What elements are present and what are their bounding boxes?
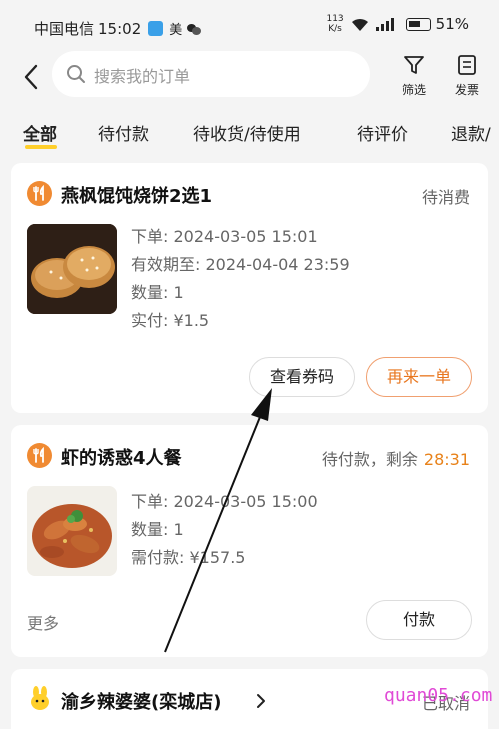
- net-speed: 113 K/s: [326, 14, 344, 34]
- chevron-right-icon[interactable]: [255, 692, 267, 710]
- quantity: 数量: 1: [131, 283, 184, 302]
- filter-label: 筛选: [401, 83, 426, 97]
- order-time: 下单: 2024-03-05 15:01: [131, 227, 318, 246]
- header: 搜索我的订单 筛选 发票: [0, 50, 499, 105]
- filter-icon: [404, 56, 424, 74]
- battery-icon: [405, 17, 431, 31]
- order-details: 下单: 2024-03-05 15:00 数量: 1 需付款: ¥157.5: [131, 488, 318, 572]
- payment-countdown: 28:31: [423, 450, 470, 469]
- order-status-text: 待付款，剩余: [321, 450, 418, 469]
- view-voucher-button[interactable]: 查看券码: [249, 357, 355, 397]
- clock: 15:02: [98, 19, 142, 38]
- order-card[interactable]: 燕枫馄饨烧饼2选1 待消费 下单: 2024-03-05 15:01 有效期至:…: [11, 163, 488, 413]
- amount-due: 需付款: ¥157.5: [131, 548, 246, 567]
- tab-pending-payment[interactable]: 待付款: [98, 120, 149, 145]
- order-time: 下单: 2024-03-05 15:00: [131, 492, 318, 511]
- tab-refund[interactable]: 退款/: [451, 120, 491, 145]
- order-status: 待付款，剩余 28:31: [322, 446, 470, 470]
- valid-until: 有效期至: 2024-04-04 23:59: [131, 255, 350, 274]
- tab-pending-review[interactable]: 待评价: [357, 120, 408, 145]
- tab-active-indicator: [25, 145, 57, 149]
- invoice-icon: [458, 55, 476, 75]
- carrier-label: 中国电信: [34, 20, 95, 38]
- order-tabs: 全部 待付款 待收货/待使用 待评价 退款/: [0, 112, 499, 154]
- wifi-icon: [351, 18, 368, 31]
- order-status: 待消费: [421, 188, 470, 207]
- status-bar-left: 中国电信 15:02 美: [34, 18, 202, 39]
- reorder-button[interactable]: 再来一单: [366, 357, 472, 397]
- invoice-label: 发票: [454, 83, 479, 97]
- kangaroo-logo-icon: [27, 685, 53, 711]
- tab-pending-receipt[interactable]: 待收货/待使用: [193, 120, 301, 145]
- product-image: [27, 486, 117, 576]
- search-input[interactable]: 搜索我的订单: [52, 51, 370, 97]
- status-bar-right: 113 K/s 51%: [326, 14, 469, 34]
- restaurant-icon: [27, 181, 52, 206]
- filter-button[interactable]: 筛选: [394, 54, 434, 98]
- search-icon: [67, 65, 85, 83]
- shop-name[interactable]: 虾的诱惑4人餐: [61, 444, 182, 470]
- order-card[interactable]: 虾的诱惑4人餐 待付款，剩余 28:31 下单: 2024-03-05 15:00…: [11, 425, 488, 657]
- search-placeholder: 搜索我的订单: [94, 67, 191, 86]
- signal-icon: [375, 17, 394, 31]
- invoice-button[interactable]: 发票: [447, 54, 487, 98]
- app-notification-icon: [148, 21, 164, 36]
- back-arrow-icon[interactable]: [22, 64, 42, 90]
- product-image: [27, 224, 117, 314]
- status-bar: 中国电信 15:02 美 113 K/s 51%: [0, 0, 499, 50]
- quantity: 数量: 1: [131, 520, 184, 539]
- pay-button[interactable]: 付款: [366, 600, 472, 640]
- watermark: quan05.com: [384, 685, 493, 706]
- more-link[interactable]: 更多: [27, 610, 59, 634]
- battery-percent: 51%: [435, 15, 469, 33]
- restaurant-icon: [27, 443, 52, 468]
- order-details: 下单: 2024-03-05 15:01 有效期至: 2024-04-04 23…: [131, 223, 350, 335]
- tab-all[interactable]: 全部: [23, 120, 57, 145]
- meituan-notification-label: 美: [169, 23, 183, 38]
- wechat-icon: [187, 23, 202, 35]
- shop-name[interactable]: 燕枫馄饨烧饼2选1: [61, 182, 212, 208]
- paid-amount: 实付: ¥1.5: [131, 311, 210, 330]
- shop-name[interactable]: 渝乡辣婆婆(栾城店): [61, 688, 221, 714]
